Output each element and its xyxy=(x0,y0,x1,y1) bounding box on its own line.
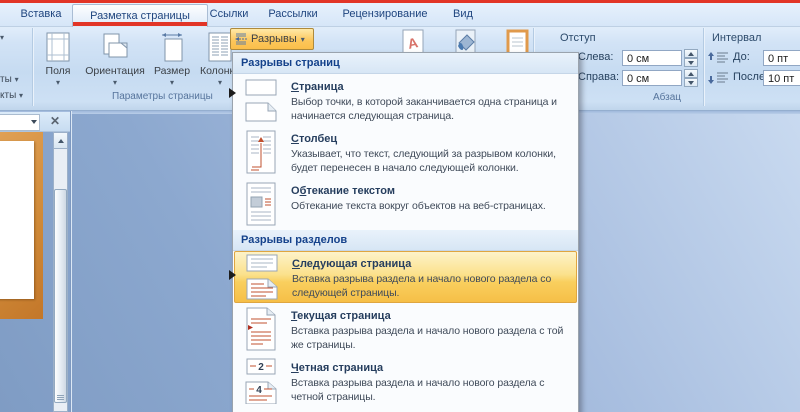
chevron-down-icon: ▾ xyxy=(55,78,60,87)
pane-border xyxy=(70,111,71,412)
up-arrow-icon xyxy=(688,71,694,76)
menu-item-title: Столбец xyxy=(291,133,338,145)
size-button[interactable]: Размер ▾ xyxy=(148,28,196,87)
tab-view[interactable]: Вид xyxy=(442,3,484,25)
task-pane-header: ✕ xyxy=(0,112,71,132)
spacing-before-icon xyxy=(707,51,729,65)
menu-item-title: Обтекание текстом xyxy=(291,185,396,197)
pane-scrollbar[interactable] xyxy=(53,132,68,412)
menu-item-description: Выбор точки, в которой заканчивается одн… xyxy=(291,96,557,122)
pointer-arrow-icon xyxy=(229,270,236,280)
menu-item-description: Обтекание текста вокруг объектов на веб-… xyxy=(291,200,546,212)
up-arrow-icon xyxy=(57,138,64,143)
themes-effects-button[interactable]: кты ▾ xyxy=(0,90,23,101)
svg-text:2: 2 xyxy=(258,362,264,373)
group-separator xyxy=(32,28,33,106)
next-page-icon xyxy=(240,254,284,301)
spacing-section-title: Интервал xyxy=(712,32,762,44)
scroll-up-button[interactable] xyxy=(54,133,67,149)
tab-review[interactable]: Рецензирование xyxy=(335,3,435,25)
text-wrap-icon xyxy=(239,181,283,228)
column-break-icon xyxy=(239,129,283,176)
margins-button[interactable]: Поля ▾ xyxy=(34,28,82,87)
spacing-before-label: До: xyxy=(733,51,750,63)
menu-item-description: Вставка разрыва раздела и начало нового … xyxy=(291,325,564,351)
word-window: Вставка Разметка страницы Ссылки Рассылк… xyxy=(0,0,800,412)
spin-up-button[interactable] xyxy=(684,49,698,58)
themes-fonts-button[interactable]: ты ▾ xyxy=(0,74,19,85)
tab-insert[interactable]: Вставка xyxy=(12,3,70,25)
breaks-menu: Разрывы страниц Страница Выбор точки, в … xyxy=(232,52,579,412)
pane-dropdown[interactable] xyxy=(0,114,40,131)
chevron-down-icon: ▾ xyxy=(14,75,19,84)
spacing-before-field[interactable]: 0 пт xyxy=(763,50,800,66)
breaks-icon xyxy=(234,32,248,46)
breaks-button[interactable]: Разрывы ▾ xyxy=(230,28,314,50)
menu-item-even-page[interactable]: 24 Четная страница Вставка разрыва разде… xyxy=(233,355,578,407)
chevron-down-icon: ▾ xyxy=(112,78,117,87)
margins-icon xyxy=(44,30,72,64)
page-break-icon xyxy=(239,77,283,124)
svg-text:4: 4 xyxy=(256,385,262,396)
chevron-down-icon: ▾ xyxy=(19,91,24,100)
scrollbar-grip xyxy=(57,395,64,396)
pane-close-button[interactable]: ✕ xyxy=(46,113,64,129)
chevron-down-icon: ▾ xyxy=(169,78,174,87)
spacing-after-icon xyxy=(707,71,729,85)
orientation-button[interactable]: Ориентация ▾ xyxy=(82,28,148,87)
tab-references[interactable]: Ссылки xyxy=(203,3,255,25)
indent-right-spinner xyxy=(684,69,698,87)
orientation-icon xyxy=(100,30,130,64)
page-setup-group: Поля ▾ Ориентация ▾ Размер ▾ Колонки ▾ xyxy=(34,28,244,87)
menu-item-column-break[interactable]: Столбец Указывает, что текст, следующий … xyxy=(233,126,578,178)
tab-mailings[interactable]: Рассылки xyxy=(262,3,324,25)
continuous-break-icon xyxy=(239,306,283,353)
chevron-down-icon xyxy=(31,120,37,124)
menu-item-description: Вставка разрыва раздела и начало нового … xyxy=(292,273,552,299)
menu-section-header: Разрывы разделов xyxy=(233,230,578,251)
selected-page-thumbnail[interactable] xyxy=(0,132,43,319)
indent-left-spinner xyxy=(684,49,698,67)
menu-item-page-break[interactable]: Страница Выбор точки, в которой заканчив… xyxy=(233,74,578,126)
menu-item-title: Текущая страница xyxy=(291,310,391,322)
menu-section-header: Разрывы страниц xyxy=(233,53,578,74)
page-setup-group-label: Параметры страницы xyxy=(112,91,213,102)
menu-item-title: Четная страница xyxy=(291,362,384,374)
chevron-down-icon: ▾ xyxy=(217,78,222,87)
down-arrow-icon xyxy=(688,60,694,65)
chevron-down-icon: ▾ xyxy=(0,33,5,42)
indent-right-label: Справа: xyxy=(578,71,620,83)
indent-section-title: Отступ xyxy=(560,32,596,44)
pointer-arrow-icon xyxy=(229,88,236,98)
spin-down-button[interactable] xyxy=(684,78,698,87)
menu-item-description: Вставка разрыва раздела и начало нового … xyxy=(291,377,545,403)
annotation-tab-underline xyxy=(73,22,207,26)
even-page-icon: 24 xyxy=(239,358,283,405)
menu-item-continuous[interactable]: Текущая страница Вставка разрыва раздела… xyxy=(233,303,578,355)
indent-right-field[interactable]: 0 см xyxy=(622,70,682,86)
spin-up-button[interactable] xyxy=(684,69,698,78)
spacing-after-field[interactable]: 10 пт xyxy=(763,70,800,86)
indent-left-label: Слева: xyxy=(578,51,614,63)
down-arrow-icon xyxy=(688,80,694,85)
menu-item-text-wrapping[interactable]: Обтекание текстом Обтекание текста вокру… xyxy=(233,178,578,230)
spin-down-button[interactable] xyxy=(684,58,698,67)
menu-item-next-page[interactable]: Следующая страница Вставка разрыва разде… xyxy=(234,251,577,303)
scrollbar-thumb[interactable] xyxy=(54,189,67,403)
chevron-down-icon: ▾ xyxy=(300,34,305,44)
menu-item-description: Указывает, что текст, следующий за разры… xyxy=(291,148,556,174)
up-arrow-icon xyxy=(688,51,694,56)
indent-left-field[interactable]: 0 см xyxy=(622,50,682,66)
menu-item-title: Страница xyxy=(291,81,344,93)
annotation-red-top-bar xyxy=(0,0,800,3)
size-icon xyxy=(158,30,186,64)
menu-item-title: Следующая страница xyxy=(292,258,412,270)
page-thumbnail-image xyxy=(0,141,34,299)
